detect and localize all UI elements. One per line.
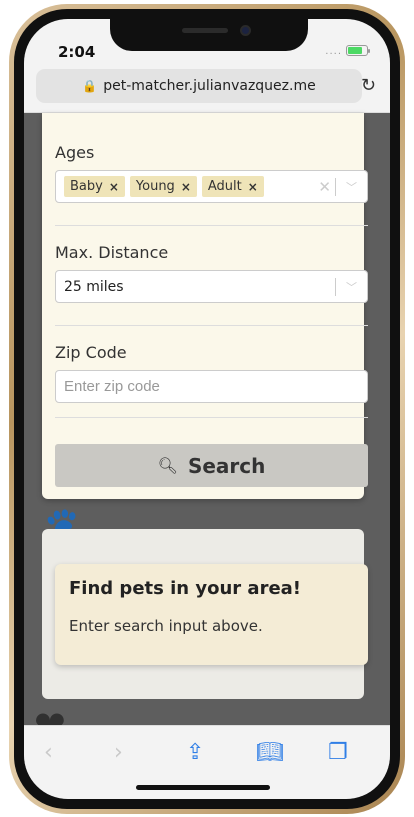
remove-chip-icon[interactable]: ×: [109, 180, 119, 194]
age-chip-baby: Baby ×: [64, 176, 125, 197]
ages-label: Ages: [55, 143, 95, 162]
tabs-icon[interactable]: ❐: [328, 740, 348, 765]
status-time: 2:04: [58, 43, 96, 61]
distance-value: 25 miles: [64, 278, 124, 295]
chevron-down-icon[interactable]: ﹀: [346, 179, 357, 195]
zip-label: Zip Code: [55, 343, 127, 362]
divider: [55, 225, 368, 226]
speaker: [182, 28, 228, 33]
forward-icon[interactable]: ›: [114, 740, 123, 765]
distance-field: Max. Distance 25 miles ﹀: [55, 243, 368, 303]
status-bar: 2:04 ....: [24, 19, 390, 63]
clear-icon[interactable]: ✕: [318, 178, 331, 196]
phone-frame: 🐾 🐾 ❤ 2:04 .... 🔒 pet-m: [9, 4, 405, 814]
search-icon: 🔍︎: [157, 456, 178, 475]
chip-label: Young: [135, 179, 175, 194]
distance-select[interactable]: 25 miles ﹀: [55, 270, 368, 303]
age-chip-young: Young ×: [129, 176, 197, 197]
chevron-down-icon[interactable]: ﹀: [346, 279, 357, 295]
results-panel: Find pets in your area! Enter search inp…: [42, 529, 368, 699]
info-title: Find pets in your area!: [69, 578, 302, 599]
browser-address-area: 🔒 pet-matcher.julianvazquez.me ↻: [24, 63, 390, 113]
search-button-label: Search: [187, 453, 266, 478]
info-text: Enter search input above.: [69, 617, 263, 635]
remove-chip-icon[interactable]: ×: [181, 180, 191, 194]
zip-field: Zip Code: [55, 343, 368, 403]
camera-icon: [240, 25, 251, 36]
zip-input[interactable]: [55, 370, 368, 403]
screen: 🐾 🐾 ❤ 2:04 .... 🔒 pet-m: [24, 19, 390, 799]
ages-field: Ages Baby × Young × Adult × ✕ ﹀: [55, 143, 368, 203]
home-indicator[interactable]: [136, 785, 270, 790]
divider: [55, 417, 368, 418]
share-icon[interactable]: ⇪: [186, 740, 204, 765]
select-divider: [335, 278, 336, 296]
select-divider: [335, 178, 336, 196]
phone-bezel: 🐾 🐾 ❤ 2:04 .... 🔒 pet-m: [14, 9, 400, 809]
search-form: Ages Baby × Young × Adult × ✕ ﹀ Max. Dis…: [42, 113, 368, 499]
info-message: Find pets in your area! Enter search inp…: [55, 564, 368, 665]
ages-select[interactable]: Baby × Young × Adult × ✕ ﹀: [55, 170, 368, 203]
back-icon[interactable]: ‹: [44, 740, 53, 765]
battery-icon: [346, 45, 370, 56]
age-chip-adult: Adult ×: [201, 176, 264, 197]
lock-icon: 🔒: [82, 79, 98, 93]
bookmarks-icon[interactable]: 📖︎: [256, 740, 284, 765]
address-bar[interactable]: 🔒 pet-matcher.julianvazquez.me: [36, 69, 362, 103]
search-button[interactable]: 🔍︎ Search: [55, 444, 368, 487]
chip-label: Baby: [70, 179, 103, 194]
remove-chip-icon[interactable]: ×: [248, 180, 258, 194]
url-text: pet-matcher.julianvazquez.me: [103, 78, 316, 94]
distance-label: Max. Distance: [55, 243, 169, 262]
divider: [55, 325, 368, 326]
chip-label: Adult: [207, 179, 242, 194]
notch: [110, 19, 308, 51]
battery-fill: [348, 47, 363, 54]
signal-icon: ....: [325, 46, 342, 57]
reload-icon[interactable]: ↻: [361, 75, 376, 96]
